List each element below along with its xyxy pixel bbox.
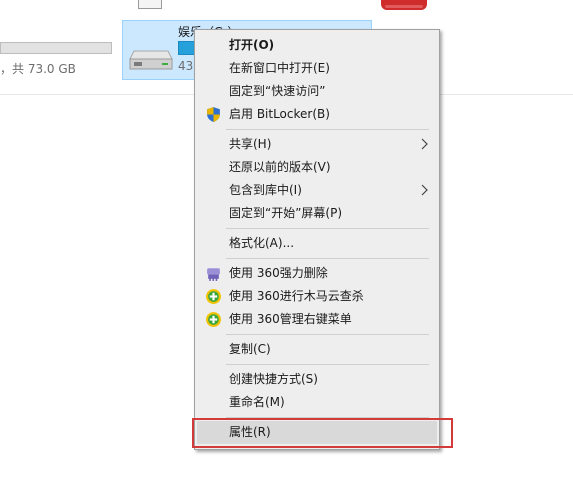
menu-item-label: 重命名(M) — [229, 395, 285, 409]
menu-item-360-manage-menu[interactable]: 使用 360管理右键菜单 — [197, 308, 437, 331]
menu-item-label: 使用 360进行木马云查杀 — [229, 289, 364, 303]
menu-item-bitlocker[interactable]: 启用 BitLocker(B) — [197, 103, 437, 126]
menu-item-format[interactable]: 格式化(A)... — [197, 232, 437, 255]
drive-tile-size: 43 — [178, 59, 194, 73]
annotation-highlight-box — [192, 418, 453, 448]
chevron-right-icon — [421, 138, 428, 150]
360-antivirus-icon — [206, 312, 221, 327]
context-menu: 打开(O) 在新窗口中打开(E) 固定到“快速访问” 启用 BitLocker(… — [194, 29, 440, 450]
menu-item-label: 在新窗口中打开(E) — [229, 61, 330, 75]
menu-item-label: 使用 360管理右键菜单 — [229, 312, 352, 326]
hard-drive-icon — [129, 50, 173, 70]
menu-item-label: 复制(C) — [229, 342, 271, 356]
menu-separator — [226, 129, 429, 130]
menu-item-share[interactable]: 共享(H) — [197, 133, 437, 156]
menu-item-pin-quick-access[interactable]: 固定到“快速访问” — [197, 80, 437, 103]
menu-item-label: 包含到库中(I) — [229, 183, 302, 197]
menu-item-label: 固定到“快速访问” — [229, 84, 326, 98]
menu-item-360-scan[interactable]: 使用 360进行木马云查杀 — [197, 285, 437, 308]
menu-separator — [226, 334, 429, 335]
drive-usage-bar — [0, 42, 112, 54]
menu-item-restore-versions[interactable]: 还原以前的版本(V) — [197, 156, 437, 179]
red-drive-icon-top[interactable] — [381, 0, 427, 10]
menu-item-label: 打开(O) — [229, 38, 275, 52]
menu-item-include-library[interactable]: 包含到库中(I) — [197, 179, 437, 202]
360-shredder-icon — [207, 268, 220, 281]
menu-item-label: 还原以前的版本(V) — [229, 160, 331, 174]
drive-size-caption: ，共 73.0 GB — [0, 62, 76, 76]
menu-separator — [226, 364, 429, 365]
menu-item-label: 启用 BitLocker(B) — [229, 107, 330, 121]
360-antivirus-icon — [206, 289, 221, 304]
menu-item-label: 创建快捷方式(S) — [229, 372, 318, 386]
menu-separator — [226, 228, 429, 229]
menu-item-label: 格式化(A)... — [229, 236, 295, 250]
menu-item-label: 共享(H) — [229, 137, 272, 151]
shield-icon — [207, 107, 220, 122]
menu-item-copy[interactable]: 复制(C) — [197, 338, 437, 361]
menu-item-create-shortcut[interactable]: 创建快捷方式(S) — [197, 368, 437, 391]
menu-separator — [226, 258, 429, 259]
menu-item-label: 固定到“开始”屏幕(P) — [229, 206, 343, 220]
menu-item-open[interactable]: 打开(O) — [197, 34, 437, 57]
drive-icon-top[interactable] — [138, 0, 162, 9]
menu-item-360-shred[interactable]: 使用 360强力删除 — [197, 262, 437, 285]
menu-item-rename[interactable]: 重命名(M) — [197, 391, 437, 414]
menu-item-open-new-window[interactable]: 在新窗口中打开(E) — [197, 57, 437, 80]
menu-item-label: 使用 360强力删除 — [229, 266, 328, 280]
menu-item-pin-start[interactable]: 固定到“开始”屏幕(P) — [197, 202, 437, 225]
chevron-right-icon — [421, 184, 428, 196]
